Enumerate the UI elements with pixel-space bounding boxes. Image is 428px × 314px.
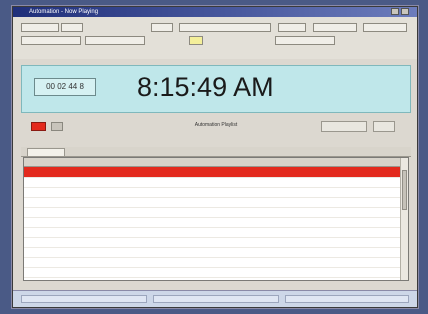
- status-segment-2: [153, 295, 279, 303]
- toolbar-row2-button-3[interactable]: [275, 36, 335, 45]
- status-segment-3: [285, 295, 409, 303]
- playlist-header: Automation Playlist: [21, 119, 411, 135]
- toolbar-button-5[interactable]: [278, 23, 306, 32]
- toolbar: [13, 17, 417, 59]
- table-row[interactable]: [24, 267, 408, 278]
- toolbar-button-7[interactable]: [363, 23, 407, 32]
- toolbar-row2-button-1[interactable]: [21, 36, 81, 45]
- clock-bar: 00 02 44 8 8:15:49 AM: [21, 65, 411, 113]
- close-button[interactable]: [401, 8, 409, 15]
- window-title: Automation - Now Playing: [29, 9, 99, 15]
- minimize-button[interactable]: [391, 8, 399, 15]
- playlist-option-button[interactable]: [321, 121, 367, 132]
- toolbar-button-6[interactable]: [313, 23, 357, 32]
- app-window: Automation - Now Playing 00 02 44 8 8:15…: [12, 6, 418, 308]
- title-bar[interactable]: Automation - Now Playing: [13, 7, 417, 17]
- tab-playlist[interactable]: [27, 148, 65, 156]
- tab-row: [21, 147, 411, 157]
- toolbar-row2-indicator[interactable]: [189, 36, 203, 45]
- vertical-scrollbar[interactable]: [400, 158, 408, 280]
- playlist-small-button[interactable]: [373, 121, 395, 132]
- toolbar-button-2[interactable]: [61, 23, 83, 32]
- scrollbar-thumb[interactable]: [402, 170, 407, 210]
- table-header: [24, 158, 408, 167]
- status-segment-1: [21, 295, 147, 303]
- playlist-table: [23, 157, 409, 281]
- toolbar-button-3[interactable]: [151, 23, 173, 32]
- toolbar-button-1[interactable]: [21, 23, 59, 32]
- toolbar-row2-button-2[interactable]: [85, 36, 145, 45]
- elapsed-counter: 00 02 44 8: [34, 78, 96, 96]
- status-bar: [13, 290, 417, 307]
- toolbar-button-4[interactable]: [179, 23, 271, 32]
- current-time: 8:15:49 AM: [137, 72, 274, 102]
